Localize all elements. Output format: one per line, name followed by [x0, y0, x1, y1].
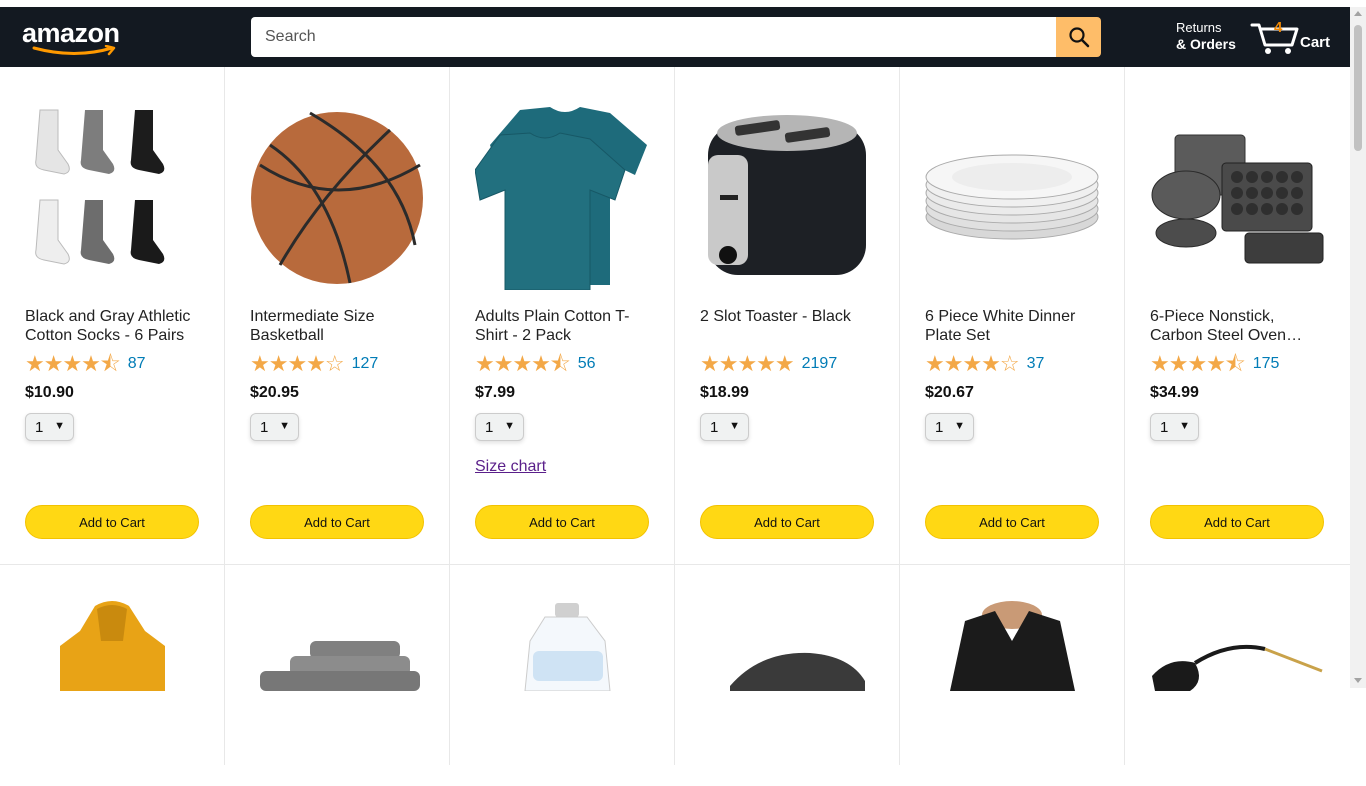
chevron-down-icon: ▼ — [279, 420, 290, 432]
add-to-cart-button[interactable]: Add to Cart — [475, 505, 649, 539]
toaster-image[interactable] — [700, 105, 875, 290]
product-card: 2 Slot Toaster - Black ★★★★★ 2197 $18.99… — [675, 67, 900, 565]
scroll-up-icon[interactable] — [1354, 11, 1362, 16]
product-card — [450, 565, 675, 765]
towels-image[interactable] — [250, 601, 425, 786]
product-rating: ★★★★☆ 37 — [925, 353, 1044, 375]
add-to-cart-button[interactable]: Add to Cart — [700, 505, 874, 539]
logo-wordmark: amazon — [22, 18, 120, 48]
vertical-scrollbar[interactable] — [1350, 7, 1366, 688]
scroll-down-icon[interactable] — [1354, 678, 1362, 683]
rating-count[interactable]: 175 — [1253, 355, 1280, 373]
star-rating-icon: ★★★★☆ — [250, 351, 345, 376]
product-card — [675, 565, 900, 765]
product-rating: ★★★★★ 2197 — [700, 353, 837, 375]
sneaker-image[interactable] — [700, 601, 875, 786]
quantity-select[interactable]: 1 ▼ — [925, 413, 974, 441]
cart-count: 4 — [1274, 19, 1283, 36]
logo-smile-icon — [32, 45, 116, 56]
product-price: $20.67 — [925, 384, 974, 401]
returns-label: Returns — [1176, 20, 1222, 35]
rating-count[interactable]: 56 — [578, 355, 596, 373]
size-chart-link[interactable]: Size chart — [475, 458, 546, 476]
quantity-value: 1 — [485, 418, 494, 436]
add-to-cart-button[interactable]: Add to Cart — [925, 505, 1099, 539]
cart-link[interactable]: 4 Cart — [1250, 17, 1335, 57]
quantity-value: 1 — [35, 418, 44, 436]
bakeware-image[interactable] — [1150, 105, 1325, 290]
chevron-down-icon: ▼ — [1179, 420, 1190, 432]
quantity-select[interactable]: 1 ▼ — [700, 413, 749, 441]
add-to-cart-button[interactable]: Add to Cart — [25, 505, 199, 539]
product-card — [225, 565, 450, 765]
orders-label: & Orders — [1176, 36, 1236, 52]
returns-orders-link[interactable]: Returns & Orders — [1176, 20, 1236, 52]
quantity-value: 1 — [1160, 418, 1169, 436]
scrollbar-thumb[interactable] — [1354, 25, 1362, 151]
quantity-select[interactable]: 1 ▼ — [475, 413, 524, 441]
blouse-image[interactable] — [925, 601, 1100, 786]
amazon-logo[interactable]: amazon — [22, 18, 126, 56]
product-card: Intermediate Size Basketball ★★★★☆ 127 $… — [225, 67, 450, 565]
product-rating: ★★★★⯪ 87 — [25, 353, 146, 375]
basketball-image[interactable] — [250, 105, 425, 290]
quantity-select[interactable]: 1 ▼ — [25, 413, 74, 441]
product-price: $20.95 — [250, 384, 299, 401]
socks-image[interactable] — [25, 105, 200, 290]
product-card — [900, 565, 1125, 765]
product-rating: ★★★★⯪ 56 — [475, 353, 596, 375]
quantity-select[interactable]: 1 ▼ — [250, 413, 299, 441]
search-button[interactable] — [1056, 17, 1101, 57]
detergent-image[interactable] — [475, 601, 650, 786]
rating-count[interactable]: 87 — [128, 355, 146, 373]
product-price: $34.99 — [1150, 384, 1199, 401]
tshirt-image[interactable] — [474, 105, 650, 291]
star-rating-icon: ★★★★⯪ — [475, 351, 571, 376]
product-price: $18.99 — [700, 384, 749, 401]
product-price: $7.99 — [475, 384, 516, 401]
product-rating: ★★★★⯪ 175 — [1150, 353, 1279, 375]
star-rating-icon: ★★★★⯪ — [1150, 351, 1246, 376]
rating-count[interactable]: 2197 — [802, 355, 838, 373]
quantity-value: 1 — [710, 418, 719, 436]
add-to-cart-button[interactable]: Add to Cart — [250, 505, 424, 539]
search-icon — [1068, 27, 1089, 48]
star-rating-icon: ★★★★☆ — [925, 351, 1020, 376]
window-top-strip — [0, 0, 1366, 7]
product-price: $10.90 — [25, 384, 74, 401]
product-name[interactable]: Adults Plain Cotton T-Shirt - 2 Pack — [475, 307, 655, 345]
cart-label: Cart — [1300, 34, 1331, 51]
product-card: Adults Plain Cotton T-Shirt - 2 Pack ★★★… — [450, 67, 675, 565]
product-card — [1125, 565, 1350, 765]
quantity-select[interactable]: 1 ▼ — [1150, 413, 1199, 441]
quantity-value: 1 — [935, 418, 944, 436]
quantity-value: 1 — [260, 418, 269, 436]
product-card: 6-Piece Nonstick, Carbon Steel Oven… ★★★… — [1125, 67, 1350, 565]
star-rating-icon: ★★★★★ — [700, 351, 795, 376]
product-name[interactable]: 2 Slot Toaster - Black — [700, 307, 880, 326]
chevron-down-icon: ▼ — [504, 420, 515, 432]
product-card: Black and Gray Athletic Cotton Socks - 6… — [0, 67, 225, 565]
chevron-down-icon: ▼ — [54, 420, 65, 432]
rating-count[interactable]: 37 — [1027, 355, 1045, 373]
search-bar — [251, 17, 1101, 57]
rating-count[interactable]: 127 — [352, 355, 379, 373]
plates-image[interactable] — [925, 105, 1100, 290]
product-name[interactable]: 6-Piece Nonstick, Carbon Steel Oven… — [1150, 307, 1330, 345]
product-name[interactable]: Intermediate Size Basketball — [250, 307, 430, 345]
chevron-down-icon: ▼ — [954, 420, 965, 432]
chevron-down-icon: ▼ — [729, 420, 740, 432]
product-rating: ★★★★☆ 127 — [250, 353, 378, 375]
hoodie-image[interactable] — [25, 601, 200, 786]
product-name[interactable]: 6 Piece White Dinner Plate Set — [925, 307, 1105, 345]
site-header: amazon Returns & Orders 4 Cart — [0, 7, 1350, 67]
sunglasses-image[interactable] — [1150, 601, 1325, 786]
star-rating-icon: ★★★★⯪ — [25, 351, 121, 376]
product-card — [0, 565, 225, 765]
product-grid: Black and Gray Athletic Cotton Socks - 6… — [0, 67, 1350, 765]
search-input[interactable] — [251, 17, 1056, 57]
product-card: 6 Piece White Dinner Plate Set ★★★★☆ 37 … — [900, 67, 1125, 565]
add-to-cart-button[interactable]: Add to Cart — [1150, 505, 1324, 539]
product-name[interactable]: Black and Gray Athletic Cotton Socks - 6… — [25, 307, 205, 345]
